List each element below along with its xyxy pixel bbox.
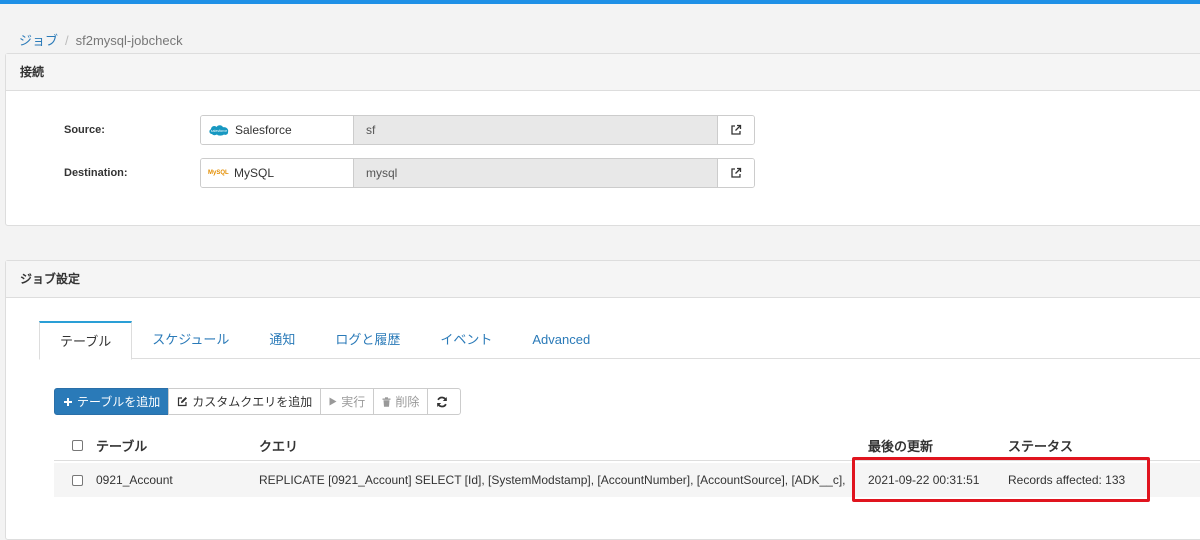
query-column-header: クエリ <box>259 439 299 454</box>
table-row[interactable]: 0921_Account REPLICATE [0921_Account] SE… <box>54 463 1200 497</box>
run-button[interactable]: 実行 <box>320 388 375 415</box>
breadcrumb-current: sf2mysql-jobcheck <box>75 33 183 48</box>
destination-type-field[interactable]: MySQL MySQL <box>201 159 354 187</box>
source-label: Source: <box>64 124 105 136</box>
refresh-button[interactable] <box>427 388 462 415</box>
connection-panel-title: 接続 <box>6 54 1200 91</box>
table-column-header: テーブル <box>96 439 148 454</box>
destination-connection-group: MySQL MySQL mysql <box>200 158 755 188</box>
salesforce-logo-text: salesforce <box>211 129 227 133</box>
destination-name-field: mysql <box>354 159 718 187</box>
source-open-button[interactable] <box>718 116 754 144</box>
destination-type-label: MySQL <box>234 166 275 180</box>
row-table-name[interactable]: 0921_Account <box>96 463 173 497</box>
destination-open-button[interactable] <box>718 159 754 187</box>
job-settings-tabs: テーブル スケジュール 通知 ログと履歴 イベント Advanced <box>39 321 1200 360</box>
row-last-updated: 2021-09-22 00:31:51 <box>868 473 980 487</box>
select-all-checkbox[interactable] <box>72 440 83 451</box>
destination-row: Destination: MySQL MySQL mysql <box>6 158 766 188</box>
tab-tables[interactable]: テーブル <box>39 321 133 360</box>
source-type-label: Salesforce <box>235 123 292 137</box>
job-settings-title: ジョブ設定 <box>6 261 1200 298</box>
tab-logs-history[interactable]: ログと履歴 <box>315 321 420 359</box>
delete-label: 削除 <box>395 395 420 409</box>
source-row: Source: salesforce Salesforce sf <box>6 115 766 145</box>
salesforce-logo-icon: salesforce <box>209 125 229 136</box>
top-accent-bar <box>0 0 1200 4</box>
row-query: REPLICATE [0921_Account] SELECT [Id], [S… <box>259 473 849 487</box>
plus-icon <box>64 397 72 406</box>
source-type-field[interactable]: salesforce Salesforce <box>201 116 354 144</box>
tab-schedule[interactable]: スケジュール <box>132 321 249 359</box>
mysql-logo-icon: MySQL <box>208 170 229 176</box>
select-all-checkbox-cell <box>72 431 83 460</box>
add-custom-query-label: カスタムクエリを追加 <box>192 395 313 409</box>
row-checkbox-cell <box>72 463 83 497</box>
add-custom-query-button[interactable]: カスタムクエリを追加 <box>168 388 322 415</box>
row-status: Records affected: 133 <box>1008 473 1126 487</box>
add-table-label: テーブルを追加 <box>77 395 161 409</box>
delete-button[interactable]: 削除 <box>373 388 429 415</box>
tab-events[interactable]: イベント <box>420 321 512 359</box>
add-table-button[interactable]: テーブルを追加 <box>54 388 170 415</box>
refresh-icon <box>437 396 448 407</box>
breadcrumb-jobs-link[interactable]: ジョブ <box>19 33 58 48</box>
destination-label: Destination: <box>64 167 128 179</box>
play-icon <box>329 397 337 406</box>
trash-icon <box>382 396 391 407</box>
last-updated-column-header: 最後の更新 <box>868 439 934 454</box>
breadcrumb: ジョブ / sf2mysql-jobcheck <box>19 30 183 49</box>
table-header-row: テーブル クエリ 最後の更新 ステータス <box>54 431 1200 461</box>
run-label: 実行 <box>341 395 366 409</box>
edit-icon <box>178 397 188 407</box>
connection-panel: 接続 Source: salesforce Salesforce sf Dest… <box>5 53 1200 226</box>
external-link-icon <box>731 124 742 135</box>
source-connection-group: salesforce Salesforce sf <box>200 115 755 145</box>
external-link-icon <box>731 167 742 178</box>
row-checkbox[interactable] <box>72 474 83 486</box>
tab-advanced[interactable]: Advanced <box>512 321 610 359</box>
status-column-header: ステータス <box>1008 439 1074 454</box>
table-toolbar: テーブルを追加 カスタムクエリを追加 実行 削除 <box>54 388 462 415</box>
tab-notifications[interactable]: 通知 <box>249 321 315 359</box>
breadcrumb-separator: / <box>65 33 69 48</box>
job-settings-panel: ジョブ設定 テーブル スケジュール 通知 ログと履歴 イベント Advanced… <box>5 260 1200 540</box>
source-name-field: sf <box>354 116 718 144</box>
